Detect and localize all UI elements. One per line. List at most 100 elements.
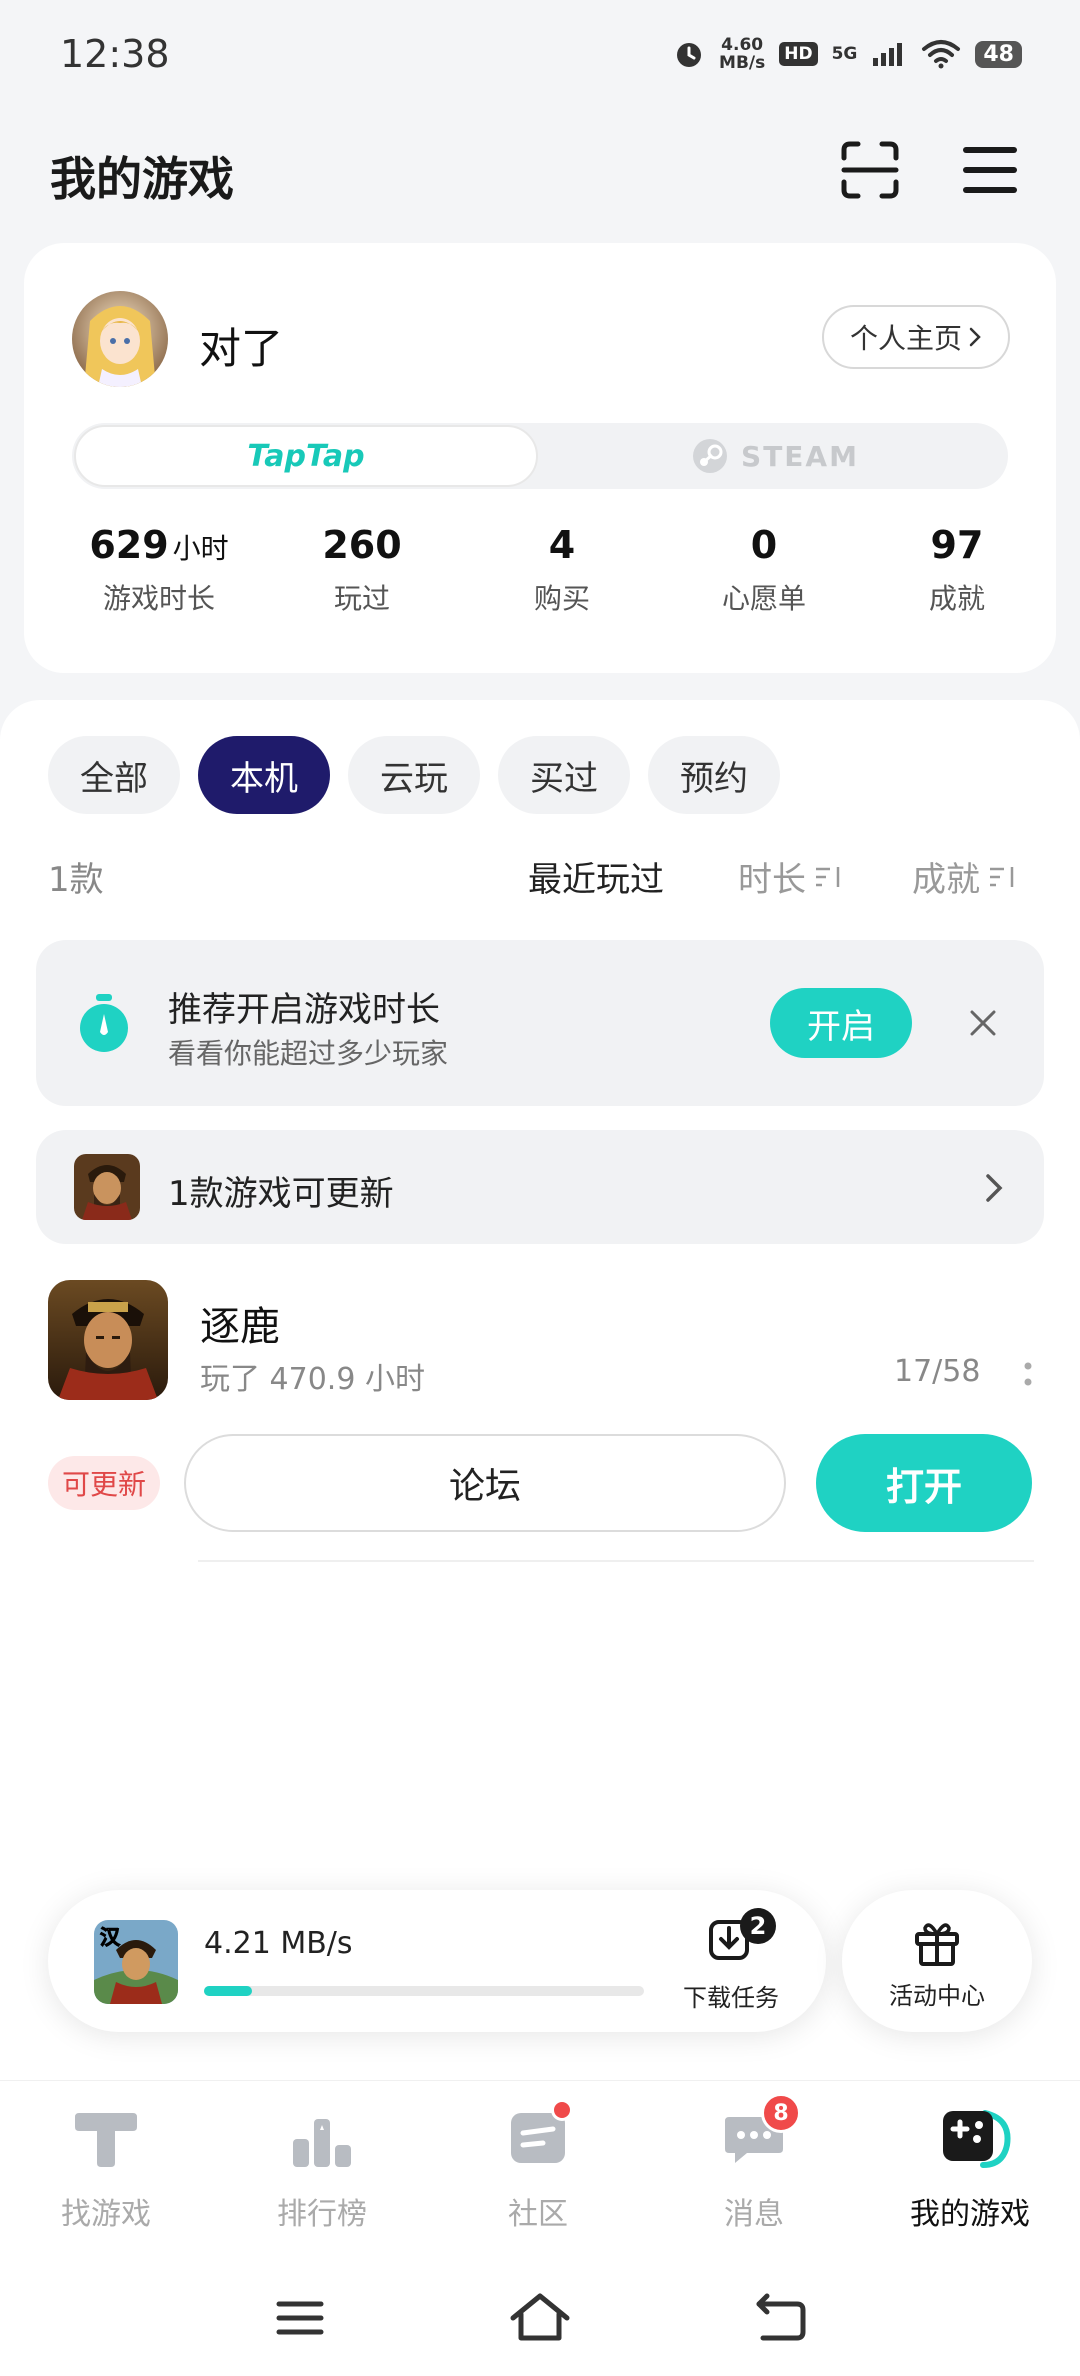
stat-wishlist[interactable]: 0 心愿单 (684, 523, 844, 617)
stat-value: 97 (930, 523, 984, 567)
stat-purchased[interactable]: 4 购买 (492, 523, 632, 617)
nav-my-games[interactable]: 我的游戏 (880, 2105, 1060, 2233)
username: 对了 (199, 324, 284, 373)
stat-label: 心愿单 (721, 582, 806, 615)
games-sheet: 全部 本机 云玩 买过 预约 1款 最近玩过 时长 成就 推荐开启游戏时长 看看… (0, 700, 1080, 2080)
wifi-icon (922, 40, 961, 69)
nav-label: 排行榜 (277, 2197, 367, 2232)
tab-steam[interactable]: STEAM (542, 423, 1008, 489)
notification-dot (551, 2099, 573, 2121)
chip-all[interactable]: 全部 (48, 736, 180, 814)
bottom-nav: 找游戏 排行榜 社区 8 消息 我的游戏 (0, 2080, 1080, 2270)
nav-community[interactable]: 社区 (448, 2099, 628, 2233)
status-time: 12:38 (60, 32, 170, 76)
steam-label: STEAM (741, 439, 859, 473)
download-progress-fill (204, 1986, 253, 1996)
sort-icon (816, 866, 840, 887)
update-available-bar[interactable]: 1款游戏可更新 (36, 1130, 1044, 1244)
stat-value: 629 (89, 523, 169, 567)
nav-label: 我的游戏 (910, 2197, 1030, 2232)
close-icon[interactable] (960, 1000, 1006, 1046)
activity-center-label: 活动中心 (889, 1982, 985, 2010)
enable-button[interactable]: 开启 (770, 988, 912, 1058)
platform-switch: TapTap STEAM (72, 423, 1008, 489)
avatar[interactable] (72, 291, 168, 387)
scan-icon[interactable] (840, 140, 900, 200)
filter-chips: 全部 本机 云玩 买过 预约 (48, 736, 780, 814)
game-thumbnail (74, 1154, 140, 1220)
update-badge[interactable]: 可更新 (48, 1456, 161, 1510)
chip-bought[interactable]: 买过 (498, 736, 630, 814)
activity-center-button[interactable]: 活动中心 (842, 1890, 1032, 2032)
recent-apps-icon[interactable] (265, 2288, 335, 2348)
net-speed: 4.60 MB/s (719, 35, 766, 73)
stat-label: 购买 (533, 582, 590, 615)
gift-icon (915, 1923, 959, 1966)
thumb-char: 汉 (100, 1925, 121, 1949)
sort-achievements-label: 成就 (912, 860, 980, 900)
nav-messages[interactable]: 8 消息 (664, 2093, 844, 2233)
nav-rankings[interactable]: 排行榜 (232, 2105, 412, 2233)
download-speed: 4.21 MB/s (204, 1926, 353, 1961)
divider (198, 1560, 1034, 1562)
chevron-right-icon (986, 1174, 1003, 1202)
forum-button[interactable]: 论坛 (184, 1434, 786, 1532)
battery-icon: 48 (975, 40, 1022, 68)
message-icon: 8 (721, 2093, 801, 2171)
menu-icon[interactable] (960, 140, 1020, 200)
network-type: 5G (831, 44, 858, 64)
download-game-thumbnail: 汉 (94, 1920, 178, 2004)
status-icons: 4.60 MB/s HD 5G 48 (673, 36, 1022, 72)
nav-label: 找游戏 (61, 2197, 151, 2232)
back-icon[interactable] (745, 2288, 815, 2348)
sort-duration-label: 时长 (738, 860, 806, 900)
update-text: 1款游戏可更新 (168, 1174, 394, 1214)
playtime-recommend-card: 推荐开启游戏时长 看看你能超过多少玩家 开启 (36, 940, 1044, 1106)
recommend-subtitle: 看看你能超过多少玩家 (168, 1037, 449, 1070)
hd-badge: HD (779, 42, 818, 66)
stat-value: 0 (750, 523, 778, 567)
game-count: 1款 (48, 860, 104, 900)
chip-local[interactable]: 本机 (198, 736, 330, 814)
home-icon[interactable] (505, 2288, 575, 2348)
nav-label: 消息 (724, 2197, 784, 2232)
chip-reserved[interactable]: 预约 (648, 736, 780, 814)
more-vertical-icon[interactable] (1018, 1354, 1038, 1394)
game-playtime: 玩了 470.9 小时 (200, 1362, 425, 1397)
chip-cloud[interactable]: 云玩 (348, 736, 480, 814)
recommend-title: 推荐开启游戏时长 (168, 990, 440, 1030)
download-count-badge: 2 (740, 1908, 776, 1944)
taptap-icon (73, 2105, 139, 2171)
download-pill[interactable]: 汉 4.21 MB/s 2 下载任务 (48, 1890, 826, 2032)
sort-duration[interactable]: 时长 (738, 852, 844, 901)
homepage-button[interactable]: 个人主页 (822, 305, 1010, 369)
chevron-right-icon (969, 327, 981, 347)
stat-played[interactable]: 260 玩过 (292, 523, 432, 617)
game-name: 逐鹿 (200, 1304, 280, 1350)
stat-unit: 小时 (172, 532, 229, 565)
sort-achievements[interactable]: 成就 (912, 852, 1018, 901)
download-tasks-label: 下载任务 (683, 1984, 779, 2012)
system-nav-bar (0, 2270, 1080, 2376)
stat-playtime[interactable]: 629 小时 游戏时长 (69, 523, 249, 617)
open-button[interactable]: 打开 (816, 1434, 1032, 1532)
steam-icon (693, 439, 728, 473)
gamepad-icon (937, 2105, 1011, 2171)
stat-achievements[interactable]: 97 成就 (892, 523, 1022, 617)
game-icon[interactable] (48, 1280, 168, 1400)
signal-icon (873, 43, 903, 66)
stat-value: 260 (322, 523, 402, 567)
nav-find-games[interactable]: 找游戏 (16, 2105, 196, 2233)
tab-taptap[interactable]: TapTap (74, 425, 538, 487)
nav-label: 社区 (508, 2197, 568, 2232)
stat-label: 游戏时长 (102, 582, 215, 615)
download-tasks-button[interactable]: 2 下载任务 (676, 1908, 786, 2012)
sort-recent[interactable]: 最近玩过 (528, 852, 664, 901)
sort-icon (990, 866, 1014, 887)
stats-row: 629 小时 游戏时长 260 玩过 4 购买 0 心愿单 97 成就 (24, 523, 1056, 643)
game-achievements: 17/58 (894, 1354, 981, 1389)
stopwatch-icon (80, 994, 128, 1052)
homepage-label: 个人主页 (849, 322, 962, 355)
status-bar: 12:38 4.60 MB/s HD 5G 48 (0, 0, 1080, 110)
ranking-icon (289, 2105, 355, 2171)
